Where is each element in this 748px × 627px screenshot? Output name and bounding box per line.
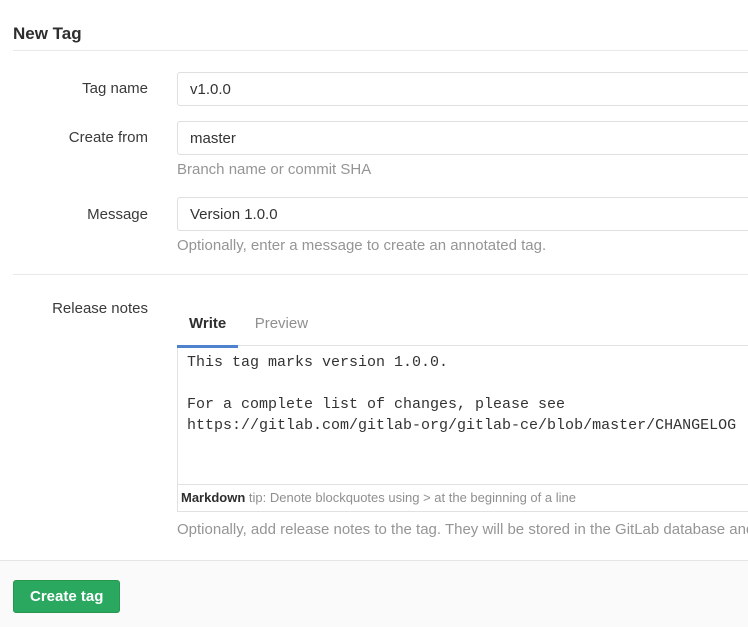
create-from-label: Create from (0, 129, 148, 146)
create-from-input[interactable] (177, 121, 748, 155)
markdown-area: This tag marks version 1.0.0. For a comp… (177, 345, 748, 512)
release-notes-textarea[interactable]: This tag marks version 1.0.0. For a comp… (178, 346, 748, 485)
markdown-tip: Markdown tip: Denote blockquotes using >… (178, 485, 748, 511)
markdown-tip-text: tip: Denote blockquotes using > at the b… (245, 490, 576, 505)
tab-preview[interactable]: Preview (243, 309, 320, 339)
create-tag-button[interactable]: Create tag (13, 580, 120, 613)
release-notes-tabs: Write Preview (177, 309, 320, 345)
tag-name-label: Tag name (0, 80, 148, 97)
message-hint: Optionally, enter a message to create an… (177, 237, 748, 254)
new-tag-page: New Tag Tag name Create from Branch name… (0, 0, 748, 627)
form-actions-footer: Create tag (0, 560, 748, 627)
release-notes-hint: Optionally, add release notes to the tag… (177, 521, 748, 538)
tab-write[interactable]: Write (177, 309, 238, 339)
divider (13, 274, 748, 275)
create-from-hint: Branch name or commit SHA (177, 161, 748, 178)
active-tab-indicator (177, 345, 238, 348)
page-title: New Tag (13, 24, 82, 44)
release-notes-label: Release notes (0, 300, 148, 317)
markdown-tip-prefix: Markdown (181, 490, 245, 505)
message-label: Message (0, 206, 148, 223)
divider (13, 50, 748, 51)
tag-name-input[interactable] (177, 72, 748, 106)
message-input[interactable] (177, 197, 748, 231)
